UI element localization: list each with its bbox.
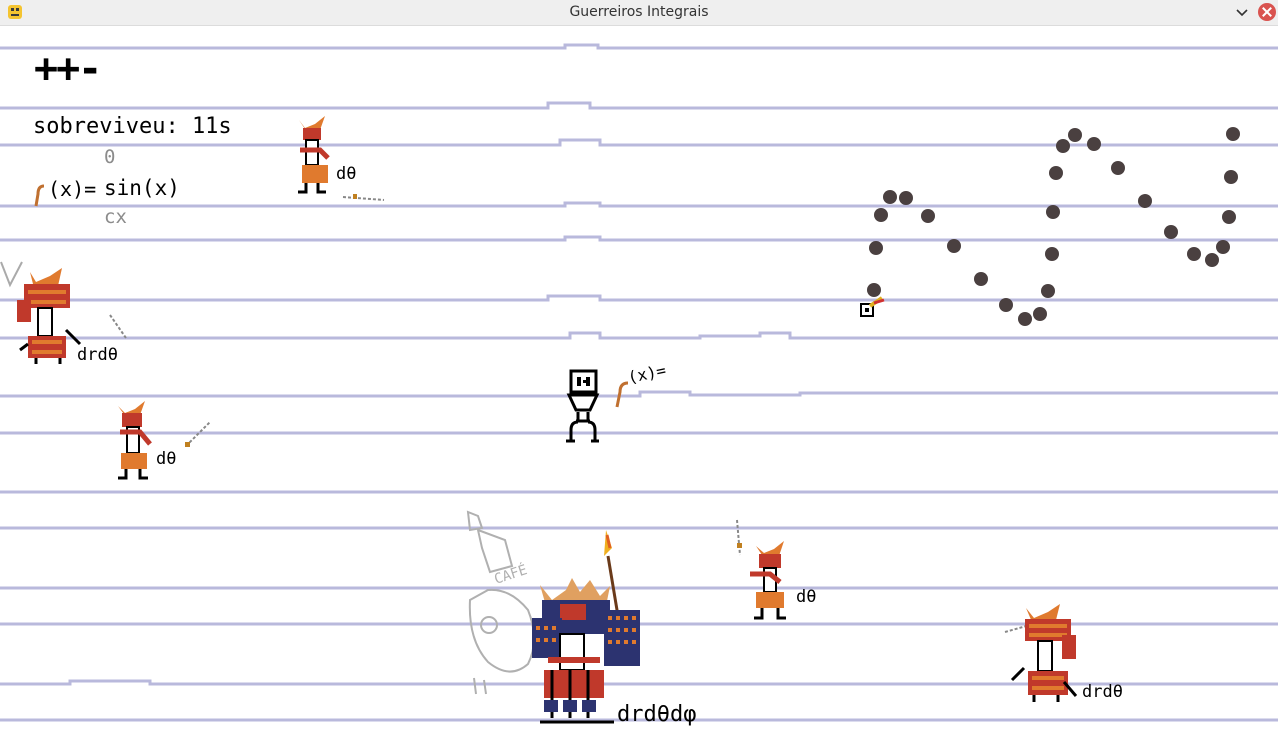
cafe-sketch-decor: CAFÉ [466, 510, 535, 695]
chevron-down-icon[interactable] [1233, 4, 1251, 22]
boss-label: drdθdφ [617, 702, 697, 727]
window-title: Guerreiros Integrais [569, 4, 709, 20]
samurai-enemy [298, 116, 385, 201]
enemy-label: dθ [336, 164, 357, 184]
player-character [566, 369, 600, 443]
enemy-label: dθ [156, 449, 177, 469]
lives-indicator: ++- [34, 46, 102, 92]
enemy-bullets [867, 127, 1240, 326]
window-titlebar: Guerreiros Integrais [0, 0, 1278, 26]
boss-samurai-enemy [532, 530, 640, 724]
integral-sign-icon [34, 184, 45, 207]
integral-lower-bound: cx [104, 206, 127, 228]
samurai-heavy-enemy [1004, 604, 1078, 702]
samurai-enemy [736, 519, 786, 620]
enemy-label: dθ [796, 587, 817, 607]
enemy-label: drdθ [77, 345, 118, 365]
enemy-label: drdθ [1082, 682, 1123, 702]
survival-timer: sobreviveu: 11s [33, 114, 232, 139]
function-prefix: (x)= [48, 177, 97, 201]
cafe-sign-text: CAFÉ [492, 561, 529, 588]
close-button[interactable] [1258, 3, 1276, 21]
integral-upper-bound: 0 [104, 146, 116, 168]
current-function: sin(x) [104, 176, 180, 200]
